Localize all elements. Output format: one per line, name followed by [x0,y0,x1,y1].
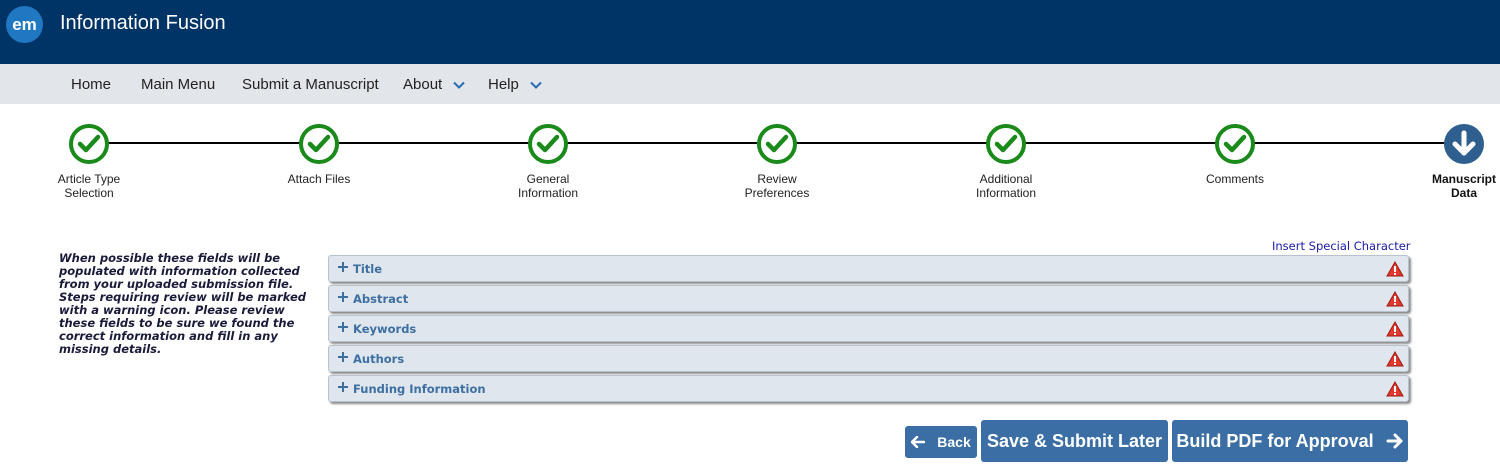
step-label-line1: Manuscript [1431,172,1496,186]
nav-main-menu[interactable]: Main Menu [141,76,215,93]
panel-title-label: Keywords [353,322,417,336]
back-button-label: Back [937,434,971,450]
nav-about-label: About [403,76,443,93]
warning-icon [1386,261,1404,277]
check-circle-icon [528,124,568,164]
warning-icon [1386,321,1404,337]
step-label: General Information [488,172,608,200]
step-label: Manuscript Data [1404,172,1500,200]
plus-icon [338,292,348,302]
check-circle-icon [757,124,797,164]
panel-authors[interactable]: Authors [328,345,1409,372]
app-header: em Information Fusion [0,0,1500,64]
step-label: Review Preferences [717,172,837,200]
step-attach-files[interactable]: Attach Files [259,123,379,186]
back-button[interactable]: Back [905,426,977,458]
insert-special-character-link[interactable]: Insert Special Character [1272,239,1411,253]
warning-icon [1386,351,1404,367]
submission-stepper: Article Type Selection Attach Files Gener… [0,104,1500,214]
step-label-line2: Information [517,186,579,200]
plus-icon [338,322,348,332]
plus-icon [338,262,348,272]
nav-about[interactable]: About [403,76,466,93]
nav-home-label: Home [71,76,112,93]
step-label-line1: Review [757,172,797,186]
nav-main-menu-label: Main Menu [141,76,216,93]
arrow-down-circle-icon [1444,124,1484,164]
step-label-line1: Comments [1205,172,1264,186]
help-text: When possible these fields will be popul… [59,251,307,356]
panel-abstract[interactable]: Abstract [328,285,1409,312]
step-label: Attach Files [259,172,379,186]
nav-help-label: Help [488,76,519,93]
nav-submit-manuscript-label: Submit a Manuscript [242,76,379,93]
step-label-line1: General [526,172,570,186]
warning-icon [1386,381,1404,397]
step-label-line1: Additional [979,172,1033,186]
panel-title-label: Abstract [353,292,409,306]
arrow-left-icon [911,436,926,448]
step-label: Additional Information [946,172,1066,200]
step-label-line2: Selection [64,186,114,200]
step-general-information[interactable]: General Information [488,123,608,200]
build-pdf-label: Build PDF for Approval [1176,430,1374,451]
panel-title-label: Funding Information [353,382,486,396]
warning-icon [1386,291,1404,307]
panel-title-label: Title [353,262,383,276]
plus-icon [338,352,348,362]
chevron-down-icon [453,81,465,89]
step-label-line2: Preferences [744,186,810,200]
check-circle-icon [69,124,109,164]
journal-title: Information Fusion [60,12,226,34]
arrow-right-icon [1386,433,1403,449]
step-comments[interactable]: Comments [1175,123,1295,186]
panel-title-label: Authors [353,352,405,366]
check-circle-icon [299,124,339,164]
main-nav: Home Main Menu Submit a Manuscript About… [0,64,1500,104]
step-label-line1: Attach Files [287,172,351,186]
step-manuscript-data[interactable]: Manuscript Data [1404,123,1500,200]
nav-help[interactable]: Help [488,76,543,93]
step-review-preferences[interactable]: Review Preferences [717,123,837,200]
nav-submit-manuscript[interactable]: Submit a Manuscript [242,76,379,93]
step-label: Article Type Selection [29,172,149,200]
build-pdf-button[interactable]: Build PDF for Approval [1172,420,1408,462]
panel-keywords[interactable]: Keywords [328,315,1409,342]
panel-funding-information[interactable]: Funding Information [328,375,1409,402]
plus-icon [338,382,348,392]
check-circle-icon [986,124,1026,164]
save-submit-later-label: Save & Submit Later [986,430,1163,451]
check-circle-icon [1215,124,1255,164]
step-label-line2: Information [975,186,1037,200]
panel-title[interactable]: Title [328,255,1409,282]
step-label-line1: Article Type [57,172,121,186]
save-submit-later-button[interactable]: Save & Submit Later [981,420,1168,462]
nav-home[interactable]: Home [71,76,111,93]
step-label: Comments [1175,172,1295,186]
step-article-type[interactable]: Article Type Selection [29,123,149,200]
chevron-down-icon [530,81,542,89]
step-label-line2: Data [1450,186,1477,200]
em-logo[interactable]: em [6,6,43,43]
step-additional-information[interactable]: Additional Information [946,123,1066,200]
